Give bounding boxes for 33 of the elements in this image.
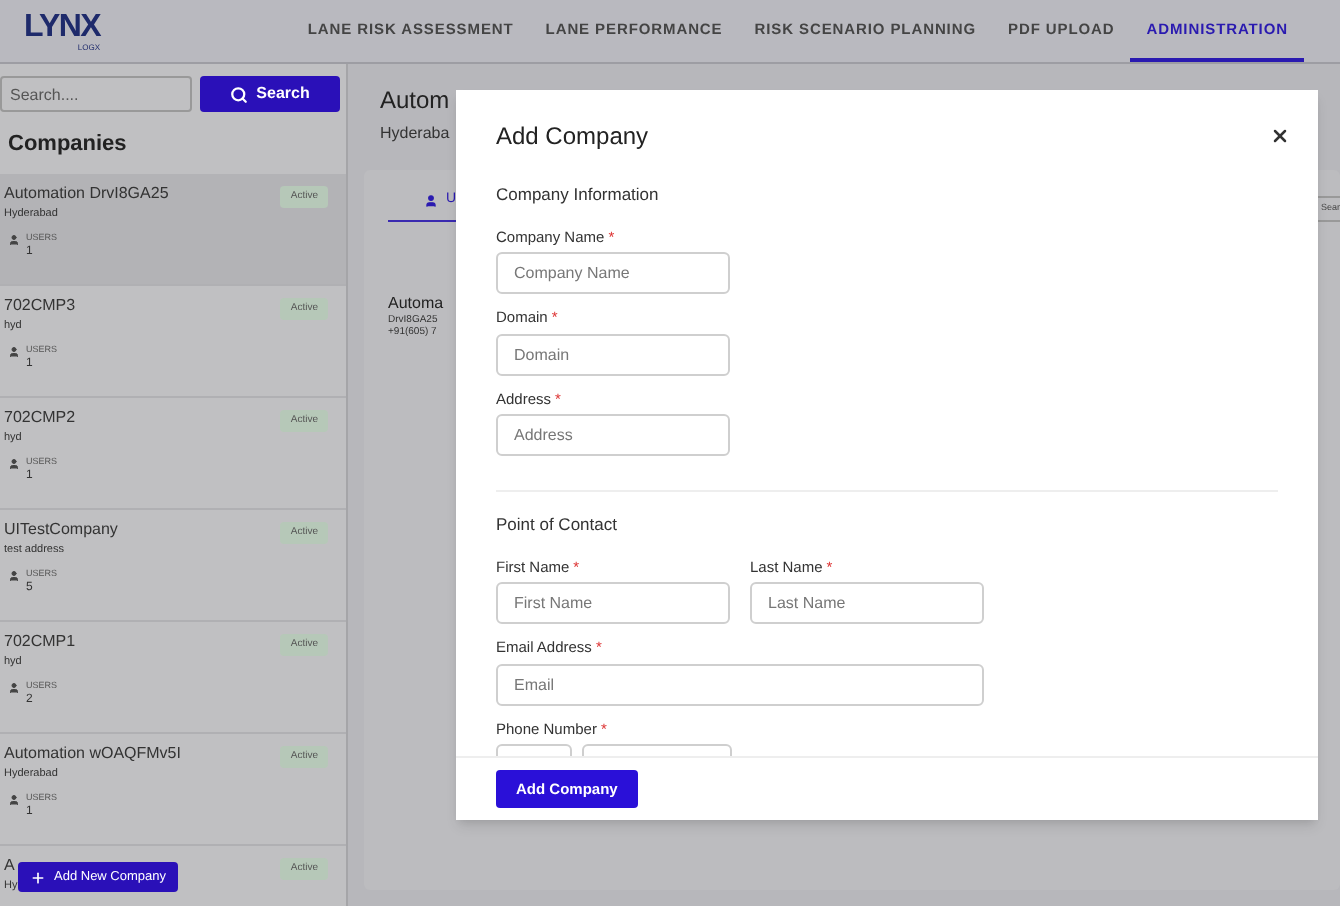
user-icon: [8, 345, 20, 358]
sidebar-title: Companies: [6, 130, 129, 160]
search-icon: [230, 85, 249, 103]
user-icon: [8, 233, 20, 246]
user-icon: [8, 681, 20, 694]
user-icon: [8, 793, 20, 806]
close-icon: [1270, 126, 1290, 146]
section-heading: Company Information: [496, 186, 661, 203]
user-icon: [424, 193, 438, 208]
input-field[interactable]: Last Name: [750, 582, 984, 624]
input-field[interactable]: First Name: [496, 582, 730, 624]
company-name: UITestCompany: [4, 521, 118, 537]
close-button[interactable]: [1270, 126, 1290, 146]
detail-name: Automa: [388, 293, 444, 313]
section-heading: Point of Contact: [496, 516, 619, 533]
search-button[interactable]: Search: [200, 76, 340, 112]
input-field[interactable]: Email: [496, 663, 984, 705]
plus-icon: [30, 869, 46, 885]
input-field[interactable]: Company Name: [496, 252, 730, 294]
company-name: 702CMP2: [4, 409, 76, 425]
user-icon: [8, 457, 20, 470]
company-name: Automation DrvI8GA25: [4, 185, 169, 201]
company-name: Automation wOAQFMv5I: [4, 745, 181, 761]
company-name: 702CMP1: [4, 633, 76, 649]
company-name: 702CMP3: [4, 297, 76, 313]
user-icon: [8, 569, 20, 582]
input-field[interactable]: Domain: [496, 333, 730, 375]
dialog-title: Add Company: [496, 124, 649, 148]
company-title: Autom: [380, 88, 450, 112]
company-name: A: [4, 857, 15, 873]
search-field[interactable]: Search....: [0, 76, 192, 112]
input-field[interactable]: Address: [496, 414, 730, 456]
company-subtitle: Hyderaba: [380, 122, 450, 146]
